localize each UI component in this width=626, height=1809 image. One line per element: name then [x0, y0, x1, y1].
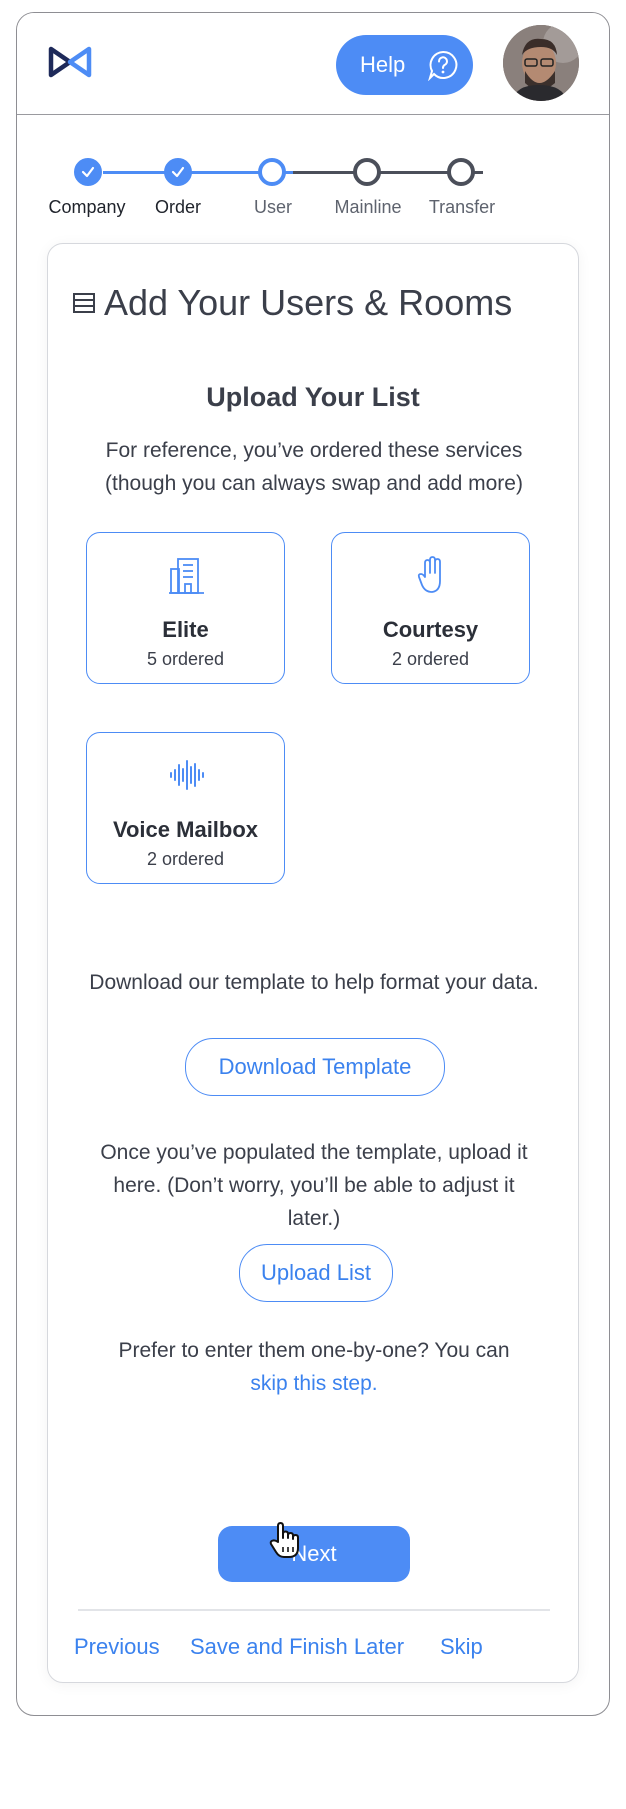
- progress-stepper: Company Order User Mainline Transfer: [17, 141, 609, 221]
- upload-heading: Upload Your List: [206, 382, 420, 412]
- question-icon: [428, 50, 458, 81]
- card-title-text: Add Your Users & Rooms: [104, 282, 513, 323]
- hand-icon: [417, 556, 441, 593]
- prefer-text-label: Prefer to enter them one-by-one? You can: [118, 1339, 510, 1362]
- skip-link[interactable]: Skip: [440, 1634, 483, 1660]
- download-template-button[interactable]: Download Template: [185, 1038, 445, 1096]
- service-name: Elite: [162, 617, 209, 642]
- help-label: Help: [360, 52, 406, 77]
- reference-text: For reference, you’ve ordered these serv…: [105, 439, 523, 495]
- building-icon: [169, 558, 204, 594]
- footer-divider: [78, 1609, 550, 1611]
- previous-link[interactable]: Previous: [74, 1634, 160, 1660]
- service-card-elite[interactable]: Elite 5 ordered: [86, 532, 285, 684]
- service-name: Voice Mailbox: [112, 817, 259, 842]
- list-icon: [73, 293, 95, 313]
- hand-cursor-icon: [269, 1522, 299, 1558]
- download-text: Download our template to help format you…: [89, 971, 539, 994]
- step-transfer-label: Transfer: [428, 197, 496, 217]
- avatar-photo-icon: [503, 25, 579, 101]
- users-rooms-card: Add Your Users & Rooms Upload Your List …: [47, 243, 579, 1683]
- app-frame: Help Company Order User Mainline Transfe…: [16, 12, 610, 1716]
- user-avatar[interactable]: [503, 25, 579, 101]
- next-button[interactable]: Next: [218, 1526, 410, 1582]
- card-title: Add Your Users & Rooms: [72, 282, 512, 324]
- prefer-text: Prefer to enter them one-by-one? You can…: [68, 1334, 560, 1400]
- save-finish-later-link[interactable]: Save and Finish Later: [190, 1634, 404, 1660]
- top-bar: Help: [17, 13, 609, 115]
- check-icon: [171, 166, 185, 178]
- step-user-dot[interactable]: [258, 158, 286, 186]
- help-button[interactable]: Help: [336, 35, 473, 95]
- upload-text: Once you’ve populated the template, uplo…: [100, 1141, 528, 1230]
- check-icon: [81, 166, 95, 178]
- soundwave-icon: [170, 760, 204, 790]
- step-company-dot[interactable]: [74, 158, 102, 186]
- service-count: 2 ordered: [391, 649, 470, 669]
- service-count: 5 ordered: [146, 649, 225, 669]
- service-count: 2 ordered: [146, 849, 225, 869]
- service-name: Courtesy: [382, 617, 479, 642]
- step-order-dot[interactable]: [164, 158, 192, 186]
- upload-list-button[interactable]: Upload List: [239, 1244, 393, 1302]
- step-transfer-dot[interactable]: [447, 158, 475, 186]
- service-card-courtesy[interactable]: Courtesy 2 ordered: [331, 532, 530, 684]
- brand-logo-icon[interactable]: [47, 45, 93, 79]
- service-card-voice-mailbox[interactable]: Voice Mailbox 2 ordered: [86, 732, 285, 884]
- skip-step-link[interactable]: skip this step.: [250, 1372, 377, 1395]
- step-mainline-dot[interactable]: [353, 158, 381, 186]
